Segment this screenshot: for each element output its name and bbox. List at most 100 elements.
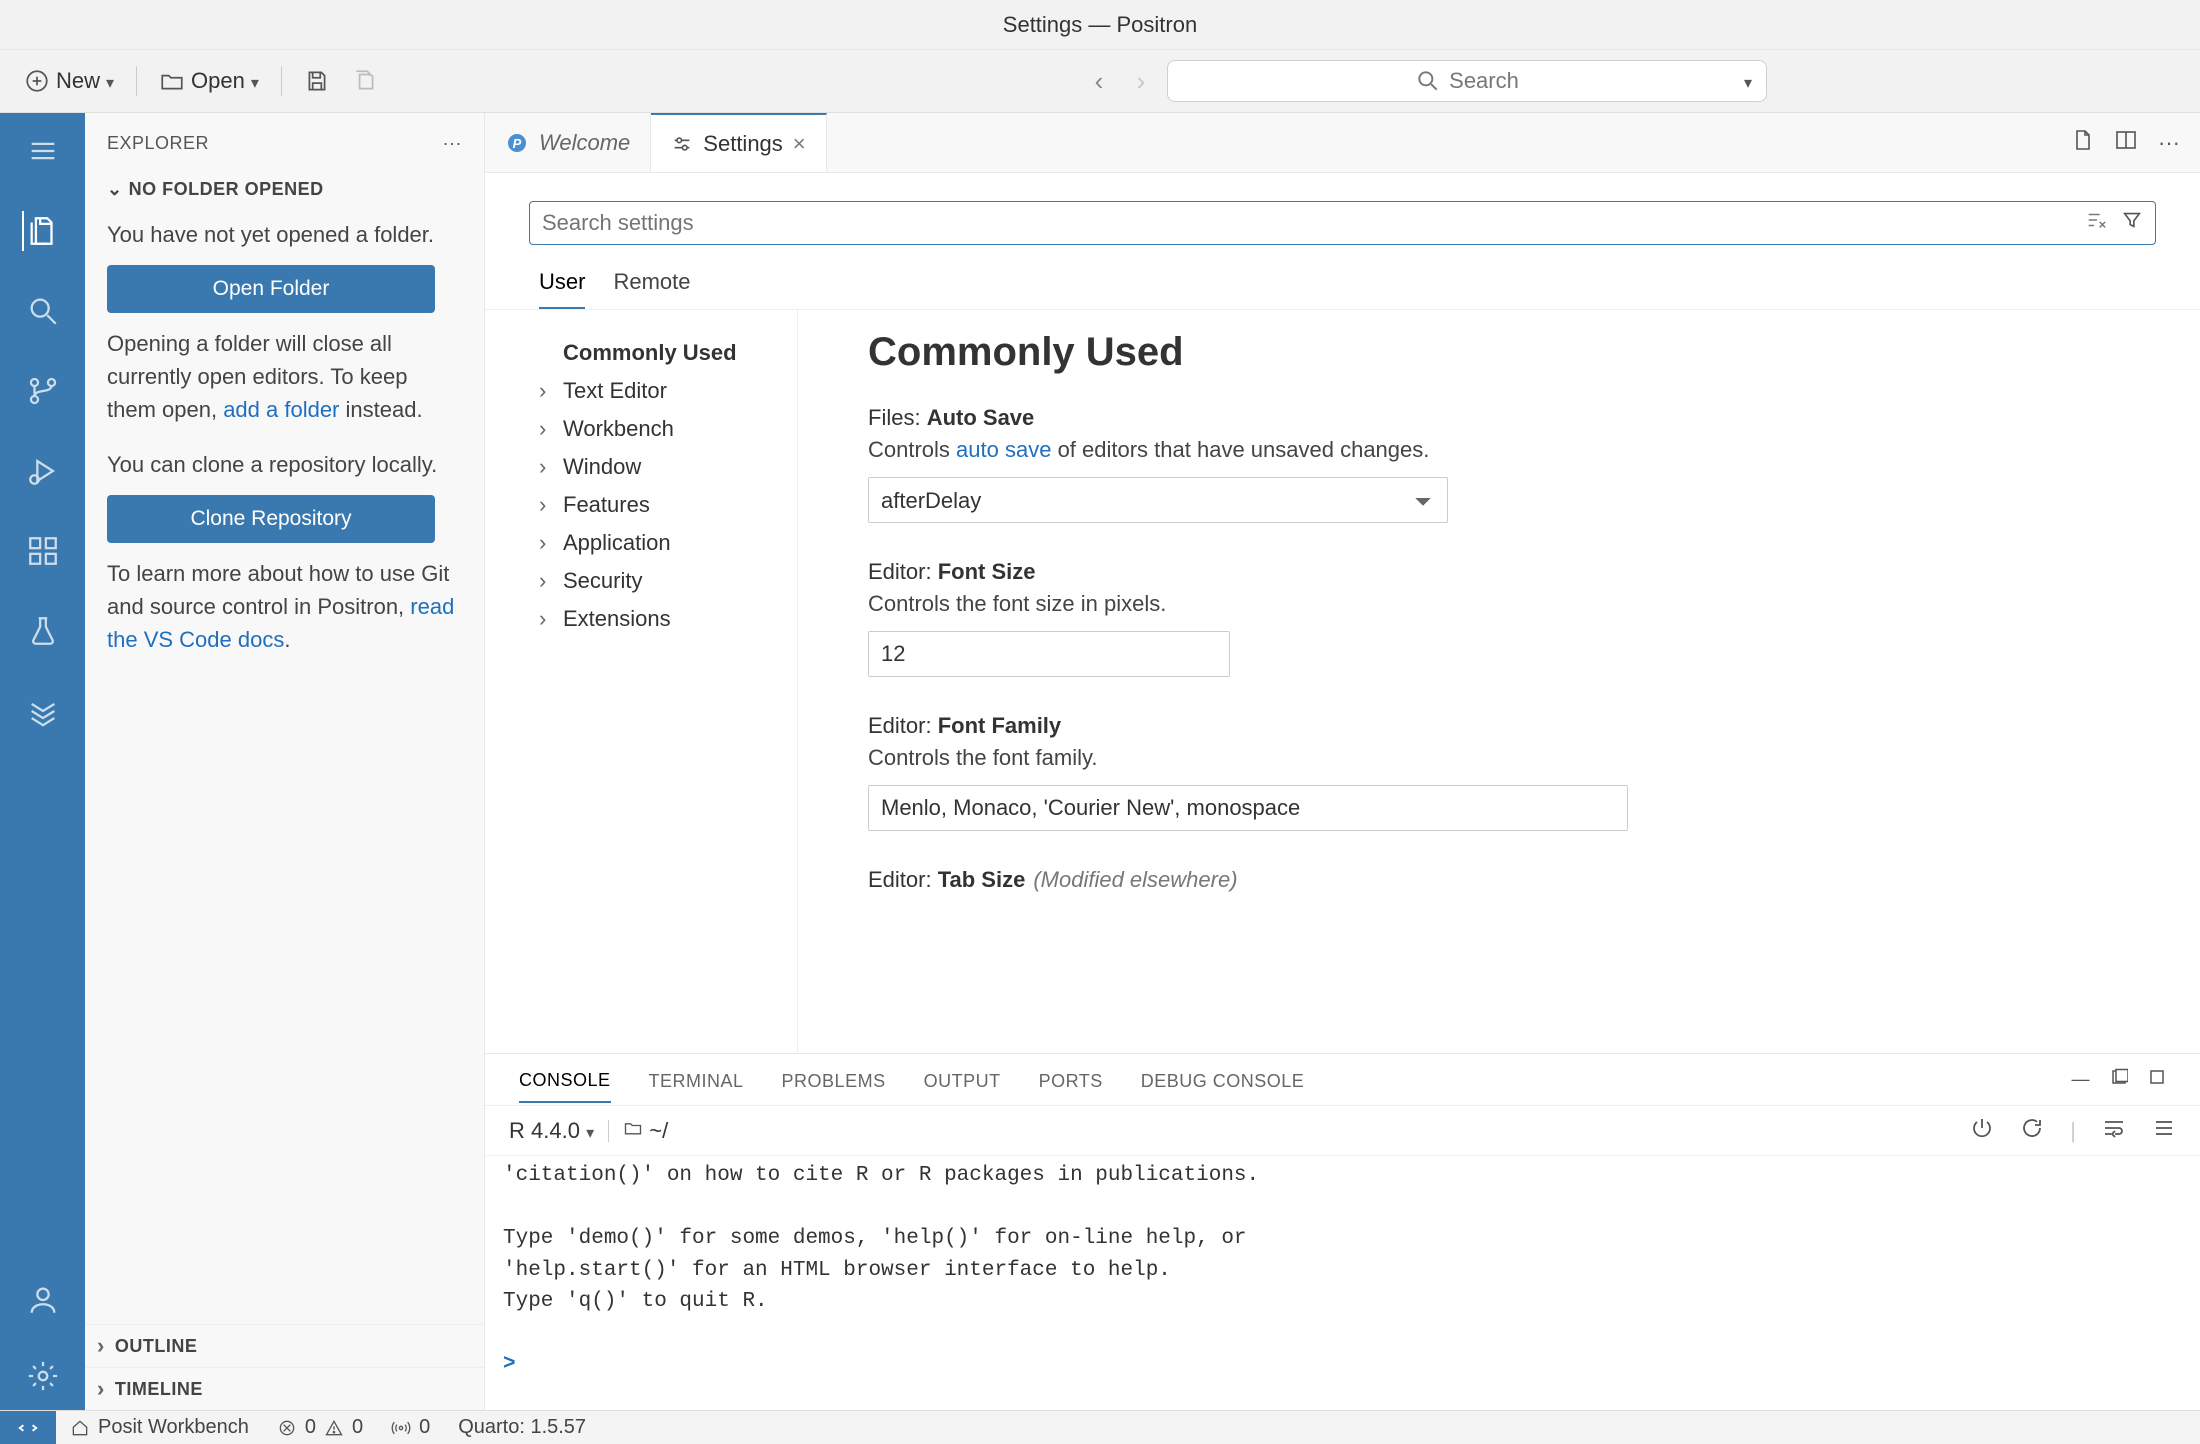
clear-search-button[interactable] [2085, 209, 2107, 237]
tab-settings[interactable]: Settings × [651, 113, 826, 172]
settings-list: Commonly Used Files: Auto Save Controls … [798, 310, 2200, 1053]
window-titlebar: Settings — Positron [0, 0, 2200, 50]
panel-tab-ports[interactable]: PORTS [1039, 1057, 1103, 1102]
console-restart-button[interactable] [2020, 1116, 2044, 1146]
square-icon [2148, 1068, 2166, 1086]
split-editor-button[interactable] [2114, 128, 2138, 158]
console-output[interactable]: 'citation()' on how to cite R or R packa… [485, 1156, 2200, 1410]
settings-scope-tabs: User Remote [485, 255, 2200, 310]
separator [281, 66, 282, 96]
runtime-selector[interactable]: R 4.4.0 [509, 1118, 594, 1144]
open-settings-json-button[interactable] [2070, 128, 2094, 158]
activity-extensions[interactable] [23, 531, 63, 571]
command-center-search[interactable]: Search [1167, 60, 1767, 102]
nav-forward-button[interactable]: › [1125, 66, 1157, 97]
status-ports[interactable]: 0 [377, 1416, 444, 1439]
toc-application[interactable]: Application [539, 524, 797, 562]
open-folder-hint: Opening a folder will close all currentl… [107, 327, 462, 426]
git-hint: To learn more about how to use Git and s… [107, 557, 462, 656]
toc-text-editor[interactable]: Text Editor [539, 372, 797, 410]
activity-connections[interactable] [23, 691, 63, 731]
panel-close-button[interactable] [2148, 1068, 2166, 1091]
activity-testing[interactable] [23, 611, 63, 651]
open-folder-button[interactable]: Open Folder [107, 265, 435, 313]
chevron-right-icon [539, 378, 557, 404]
panel-minimize-button[interactable]: — [2072, 1069, 2091, 1090]
console-wrap-button[interactable] [2102, 1116, 2126, 1146]
menu-toggle[interactable] [23, 131, 63, 171]
save-button[interactable] [298, 64, 336, 98]
activity-manage[interactable] [23, 1356, 63, 1396]
beaker-icon [26, 614, 60, 648]
chevron-right-icon [539, 606, 557, 632]
activity-run-debug[interactable] [23, 451, 63, 491]
toc-security[interactable]: Security [539, 562, 797, 600]
activity-search[interactable] [23, 291, 63, 331]
status-bar: Posit Workbench 0 0 0 Quarto: 1.5.57 [0, 1410, 2200, 1444]
console-power-button[interactable] [1970, 1116, 1994, 1146]
folder-icon [623, 1118, 643, 1138]
open-menu[interactable]: Open [153, 64, 265, 98]
settings-search-box[interactable] [529, 201, 2156, 245]
chevron-down-icon [251, 68, 259, 94]
toc-commonly-used[interactable]: Commonly Used [539, 334, 797, 372]
hamburger-icon [26, 134, 60, 168]
autosave-doc-link[interactable]: auto save [956, 437, 1051, 462]
file-icon [2070, 128, 2094, 152]
toc-workbench[interactable]: Workbench [539, 410, 797, 448]
toc-features[interactable]: Features [539, 486, 797, 524]
cwd-button[interactable]: ~/ [623, 1118, 668, 1144]
activity-accounts[interactable] [23, 1280, 63, 1320]
word-wrap-icon [2102, 1116, 2126, 1140]
explorer-section-header[interactable]: ⌄ NO FOLDER OPENED [85, 173, 484, 206]
panel-tab-terminal[interactable]: TERMINAL [649, 1057, 744, 1102]
status-quarto[interactable]: Quarto: 1.5.57 [444, 1416, 600, 1439]
panel-tab-output[interactable]: OUTPUT [924, 1057, 1001, 1102]
chevron-right-icon [539, 568, 557, 594]
fontsize-input[interactable] [868, 631, 1230, 677]
section-label: NO FOLDER OPENED [129, 179, 324, 200]
clone-hint: You can clone a repository locally. [107, 448, 462, 481]
close-tab-button[interactable]: × [793, 131, 806, 157]
timeline-section[interactable]: TIMELINE [85, 1367, 484, 1410]
nav-back-button[interactable]: ‹ [1083, 66, 1115, 97]
explorer-sidebar: EXPLORER ··· ⌄ NO FOLDER OPENED You have… [85, 113, 485, 1410]
panel-maximize-button[interactable] [2110, 1068, 2128, 1091]
add-folder-link[interactable]: add a folder [223, 397, 339, 422]
editor-tabs: P Welcome Settings × ··· [485, 113, 2200, 173]
console-clear-button[interactable] [2152, 1116, 2176, 1146]
scope-remote[interactable]: Remote [613, 269, 690, 309]
toc-extensions[interactable]: Extensions [539, 600, 797, 638]
filter-icon [2121, 209, 2143, 231]
panel-tab-console[interactable]: CONSOLE [519, 1056, 611, 1103]
activity-explorer[interactable] [22, 211, 62, 251]
more-actions-button[interactable]: ··· [443, 133, 462, 154]
tab-welcome[interactable]: P Welcome [485, 113, 651, 172]
fontfamily-input[interactable] [868, 785, 1628, 831]
editor-area: P Welcome Settings × ··· [485, 113, 2200, 1410]
chevron-right-icon [97, 1333, 109, 1359]
settings-search-input[interactable] [542, 210, 2085, 236]
panel-tab-debug[interactable]: DEBUG CONSOLE [1141, 1057, 1305, 1102]
save-all-button[interactable] [346, 64, 384, 98]
status-workbench[interactable]: Posit Workbench [56, 1416, 263, 1439]
clone-repo-button[interactable]: Clone Repository [107, 495, 435, 543]
debug-icon [26, 454, 60, 488]
outline-section[interactable]: OUTLINE [85, 1324, 484, 1367]
restart-icon [2020, 1116, 2044, 1140]
editor-more-button[interactable]: ··· [2158, 130, 2180, 156]
filter-settings-button[interactable] [2121, 209, 2143, 237]
toc-window[interactable]: Window [539, 448, 797, 486]
new-label: New [56, 68, 100, 94]
autosave-select[interactable]: afterDelay [868, 477, 1448, 523]
remote-indicator[interactable] [0, 1411, 56, 1444]
menubar: New Open ‹ › Search [0, 50, 2200, 113]
activity-source-control[interactable] [23, 371, 63, 411]
activity-bar [0, 113, 85, 1410]
scope-user[interactable]: User [539, 269, 585, 309]
plus-circle-icon [24, 68, 50, 94]
panel-tab-problems[interactable]: PROBLEMS [782, 1057, 886, 1102]
new-menu[interactable]: New [18, 64, 120, 98]
power-icon [1970, 1116, 1994, 1140]
status-problems[interactable]: 0 0 [263, 1416, 377, 1439]
